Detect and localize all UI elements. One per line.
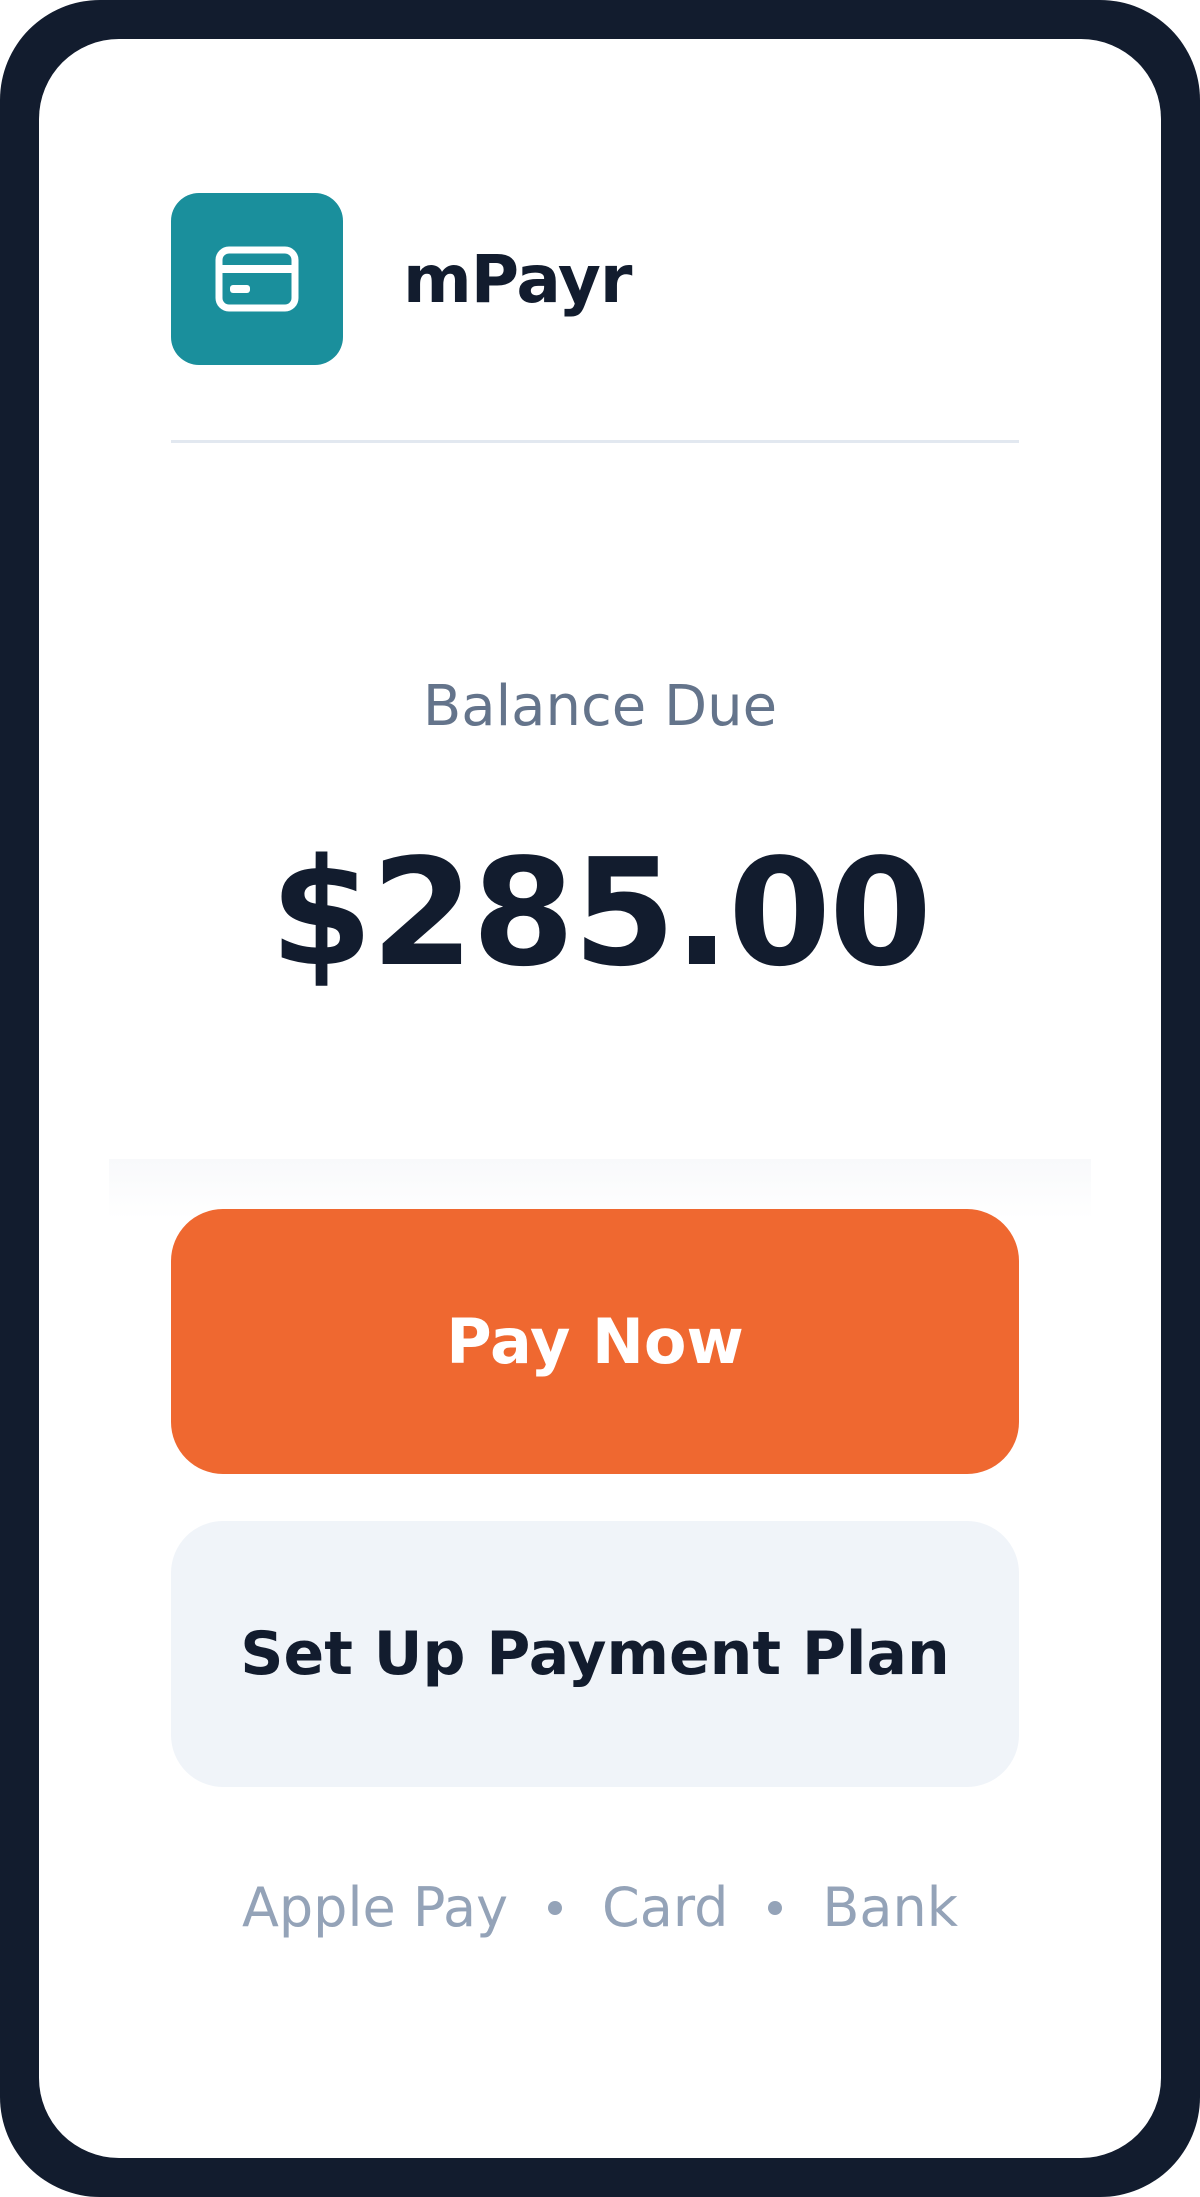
balance-amount: $285.00 — [269, 827, 932, 999]
phone-frame: mPayr Balance Due $285.00 Pay Now Set Up… — [0, 0, 1200, 2197]
payment-methods: Apple Pay Card Bank — [39, 1881, 1161, 1935]
app-name: mPayr — [403, 240, 632, 318]
payment-plan-button[interactable]: Set Up Payment Plan — [171, 1521, 1019, 1787]
balance-label: Balance Due — [422, 674, 778, 739]
header-divider — [171, 440, 1019, 443]
app-header: mPayr — [171, 193, 632, 365]
payment-method-apple-pay: Apple Pay — [241, 1876, 509, 1939]
separator-dot — [548, 1901, 563, 1915]
phone-screen: mPayr Balance Due $285.00 Pay Now Set Up… — [39, 39, 1161, 2158]
payment-method-bank: Bank — [822, 1876, 959, 1939]
separator-dot — [768, 1901, 783, 1915]
payment-method-card: Card — [602, 1876, 729, 1939]
credit-card-icon — [215, 246, 299, 312]
pay-now-button[interactable]: Pay Now — [171, 1209, 1019, 1474]
app-logo — [171, 193, 343, 365]
